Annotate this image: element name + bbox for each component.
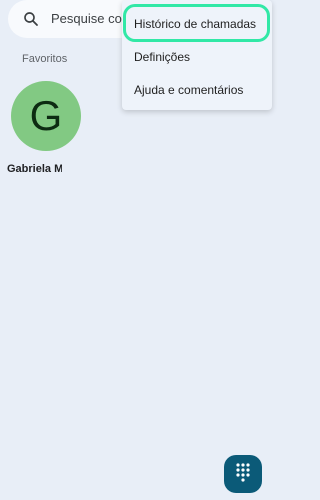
search-icon <box>22 10 40 28</box>
dialpad-icon <box>234 462 252 487</box>
menu-item-settings[interactable]: Definições <box>134 50 190 64</box>
overflow-menu: Histórico de chamadas Definições Ajuda e… <box>122 0 272 110</box>
menu-item-call-history[interactable]: Histórico de chamadas <box>134 17 256 31</box>
avatar[interactable]: G <box>11 81 81 151</box>
favorites-heading: Favoritos <box>22 53 68 65</box>
contact-name: Gabriela Martins <box>7 163 62 175</box>
dialpad-button[interactable] <box>224 455 262 493</box>
menu-item-help-feedback[interactable]: Ajuda e comentários <box>134 83 243 97</box>
